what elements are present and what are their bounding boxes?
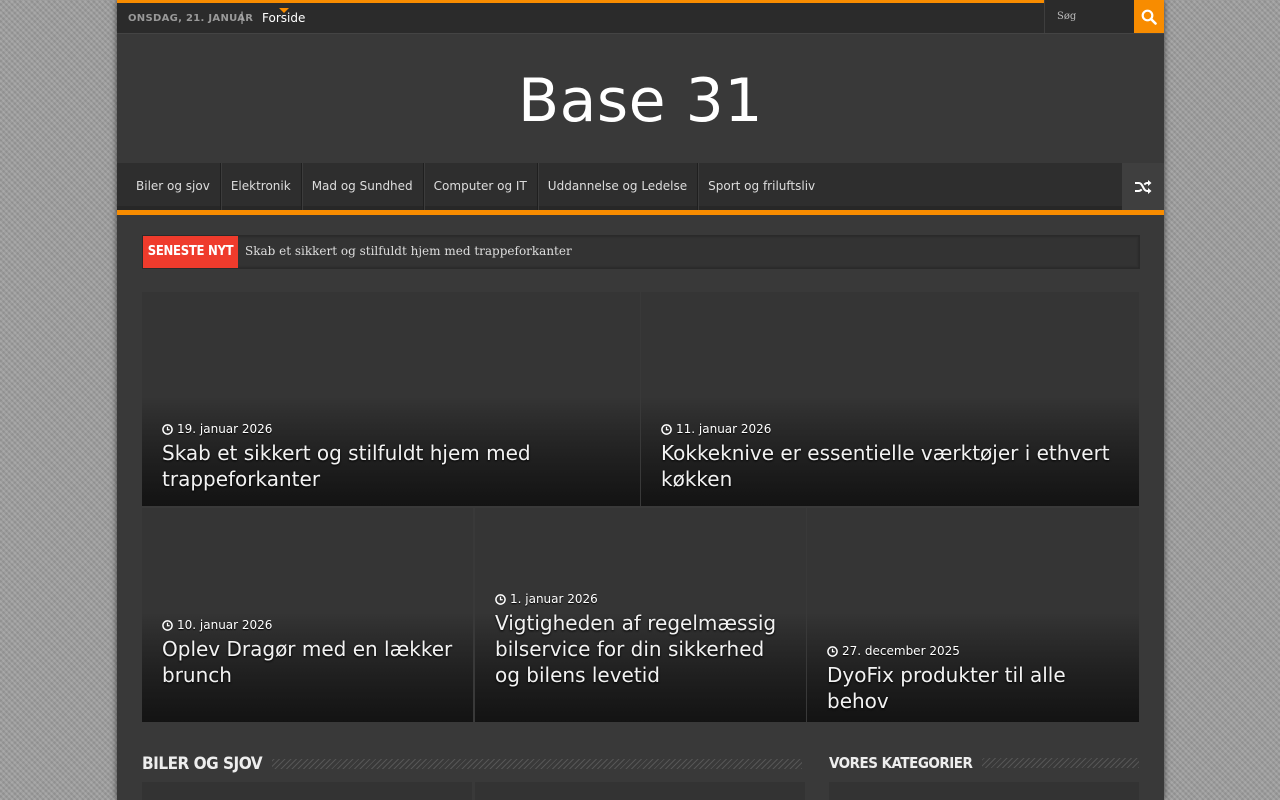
section-title-biler-og-sjov: Biler og sjov bbox=[142, 754, 802, 774]
nav-item-sport-og-friluftsliv[interactable]: Sport og friluftsliv bbox=[698, 163, 825, 210]
section-title-text[interactable]: Biler og sjov bbox=[142, 754, 263, 774]
featured-post-card[interactable]: 11. januar 2026 Kokkeknive er essentiell… bbox=[641, 292, 1139, 506]
featured-post-card[interactable]: 27. december 2025 DyoFix produkter til a… bbox=[807, 508, 1139, 722]
post-date-text: 10. januar 2026 bbox=[177, 618, 273, 632]
section-title-text: Vores kategorier bbox=[829, 754, 973, 772]
section-title-vores-kategorier: Vores kategorier bbox=[829, 754, 1139, 772]
current-date: ONSDAG, 21. JANUAR bbox=[128, 13, 254, 24]
shuffle-icon bbox=[1135, 179, 1152, 194]
post-date-text: 1. januar 2026 bbox=[510, 592, 598, 606]
random-post-button[interactable] bbox=[1122, 163, 1164, 210]
post-date: 10. januar 2026 bbox=[162, 618, 272, 632]
search-form bbox=[1044, 0, 1164, 33]
post-date: 1. januar 2026 bbox=[495, 592, 598, 606]
section-post-block[interactable] bbox=[475, 782, 805, 800]
featured-post-card[interactable]: 1. januar 2026 Vigtigheden af regelmæssi… bbox=[475, 508, 806, 722]
clock-icon bbox=[661, 423, 672, 435]
categories-widget bbox=[829, 782, 1139, 800]
post-date: 27. december 2025 bbox=[827, 644, 960, 658]
section-title-divider bbox=[982, 758, 1139, 768]
post-date-text: 11. januar 2026 bbox=[676, 422, 772, 436]
search-input[interactable] bbox=[1044, 0, 1134, 33]
clock-icon bbox=[162, 619, 173, 631]
post-title: Skab et sikkert og stilfuldt hjem med tr… bbox=[162, 441, 531, 491]
breaking-news-ticker: Seneste nyt Skab et sikkert og stilfuldt… bbox=[142, 235, 1140, 269]
featured-post-card[interactable]: 19. januar 2026 Skab et sikkert og stilf… bbox=[142, 292, 640, 506]
search-button[interactable] bbox=[1134, 0, 1164, 33]
clock-icon bbox=[162, 423, 173, 435]
search-icon bbox=[1141, 9, 1157, 25]
site-header: Base 31 bbox=[117, 34, 1164, 163]
post-title: Oplev Dragør med en lækker brunch bbox=[162, 637, 453, 687]
post-title: Kokkeknive er essentielle værktøjer i et… bbox=[661, 441, 1110, 491]
main-nav: Biler og sjov Elektronik Mad og Sundhed … bbox=[117, 163, 1164, 215]
section-post-block[interactable] bbox=[142, 782, 472, 800]
featured-post-card[interactable]: 10. januar 2026 Oplev Dragør med en lækk… bbox=[142, 508, 473, 722]
nav-item-biler-og-sjov[interactable]: Biler og sjov bbox=[126, 163, 221, 210]
post-date: 11. januar 2026 bbox=[661, 422, 771, 436]
page-wrapper: ONSDAG, 21. JANUAR | Forside Base 31 Bil… bbox=[117, 0, 1164, 800]
post-title: DyoFix produkter til alle behov bbox=[827, 663, 1066, 713]
date-separator: | bbox=[240, 10, 245, 24]
section-title-divider bbox=[272, 759, 802, 769]
post-date-text: 19. januar 2026 bbox=[177, 422, 273, 436]
clock-icon bbox=[495, 593, 506, 605]
post-date: 19. januar 2026 bbox=[162, 422, 272, 436]
post-date-text: 27. december 2025 bbox=[842, 644, 960, 658]
nav-item-uddannelse-og-ledelse[interactable]: Uddannelse og Ledelse bbox=[538, 163, 699, 210]
site-logo-title[interactable]: Base 31 bbox=[117, 66, 1164, 136]
ticker-headline-link[interactable]: Skab et sikkert og stilfuldt hjem med tr… bbox=[245, 244, 572, 258]
nav-item-elektronik[interactable]: Elektronik bbox=[221, 163, 302, 210]
clock-icon bbox=[827, 645, 838, 657]
nav-item-computer-og-it[interactable]: Computer og IT bbox=[424, 163, 538, 210]
ticker-label: Seneste nyt bbox=[143, 236, 238, 268]
post-title: Vigtigheden af regelmæssig bilservice fo… bbox=[495, 611, 777, 687]
top-nav-home-link[interactable]: Forside bbox=[252, 8, 315, 25]
top-bar: ONSDAG, 21. JANUAR | Forside bbox=[117, 0, 1164, 34]
nav-item-mad-og-sundhed[interactable]: Mad og Sundhed bbox=[302, 163, 424, 210]
